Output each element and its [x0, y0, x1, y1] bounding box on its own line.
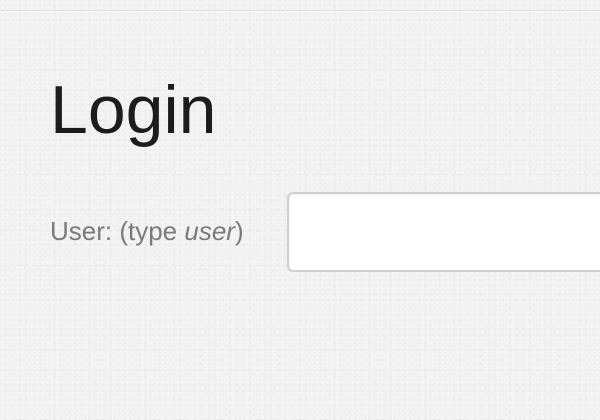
user-input[interactable] — [287, 192, 600, 272]
page-title: Login — [50, 72, 217, 148]
top-divider — [0, 10, 600, 11]
user-field-row: User: (type user) — [50, 192, 600, 272]
user-label-suffix: ) — [234, 216, 244, 246]
user-label-hint: user — [184, 216, 235, 246]
user-label-prefix: User: (type — [50, 216, 185, 246]
user-field-label: User: (type user) — [50, 214, 244, 248]
